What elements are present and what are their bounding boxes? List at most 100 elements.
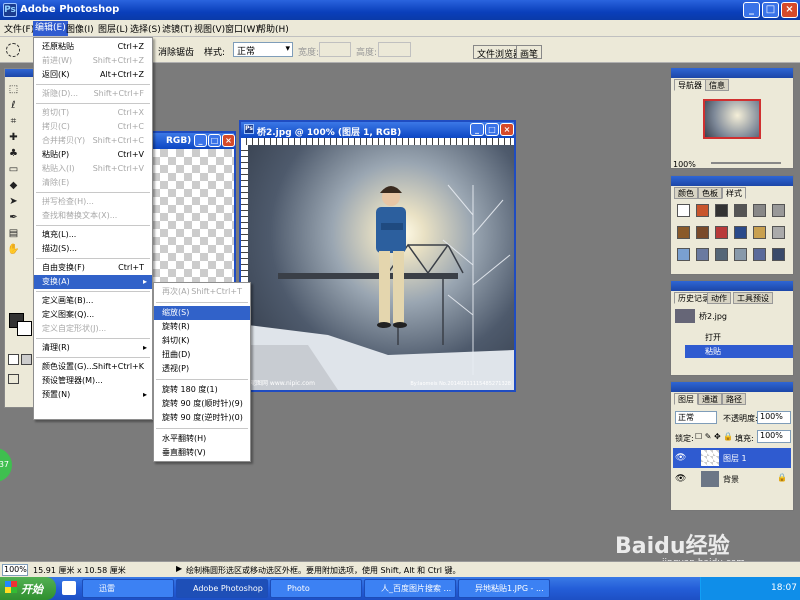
status-zoom[interactable]: 100% — [2, 564, 28, 576]
quicklaunch-ie-icon[interactable] — [62, 581, 76, 595]
transform-menu-item[interactable]: 旋转 90 度(逆时针)(0) — [154, 411, 250, 425]
menu-select[interactable]: 选择(S) — [130, 22, 161, 35]
edit-menu-item[interactable]: 定义图案(Q)... — [34, 308, 152, 322]
taskbar-item-baidu[interactable]: 人_百度图片搜索 ... — [364, 579, 456, 598]
taskbar-item-xunlei[interactable]: 迅雷 — [82, 579, 174, 598]
edit-menu-item[interactable]: 粘贴(P) Ctrl+V — [34, 148, 152, 162]
doc-back-minimize[interactable]: _ — [194, 134, 207, 147]
tab-channels[interactable]: 通道 — [698, 393, 722, 405]
opacity-field[interactable]: 100% — [757, 411, 791, 424]
style-swatch[interactable] — [677, 204, 690, 217]
zoom-slider[interactable] — [711, 162, 781, 164]
edit-menu-item[interactable]: 返回(K) Alt+Ctrl+Z — [34, 68, 152, 82]
edit-menu-item[interactable]: 剪切(T) Ctrl+X — [34, 106, 152, 120]
elliptical-marquee-icon[interactable] — [6, 43, 20, 57]
edit-menu-item[interactable]: 合并拷贝(Y) Shift+Ctrl+C — [34, 134, 152, 148]
tab-tool-presets[interactable]: 工具预设 — [733, 292, 773, 304]
start-button[interactable]: 开始 — [0, 577, 56, 600]
tab-color[interactable]: 颜色 — [674, 187, 698, 199]
transform-menu-item[interactable]: 垂直翻转(V) — [154, 446, 250, 460]
doc-front-maximize[interactable]: □ — [485, 123, 499, 136]
transform-menu-item[interactable]: 旋转(R) — [154, 320, 250, 334]
blend-mode-select[interactable]: 正常 — [675, 411, 717, 424]
minimize-button[interactable]: _ — [743, 2, 760, 18]
pen-tool-icon[interactable]: ✒ — [7, 211, 20, 224]
style-swatch[interactable] — [772, 226, 785, 239]
fill-field[interactable]: 100% — [757, 430, 791, 443]
crop-tool-icon[interactable]: ⌗ — [7, 115, 20, 128]
style-swatch[interactable] — [734, 226, 747, 239]
edit-menu-item[interactable]: 颜色设置(G)... Shift+Ctrl+K — [34, 360, 152, 374]
doc-back-maximize[interactable]: □ — [208, 134, 221, 147]
taskbar-item-photoshop[interactable]: Adobe Photoshop — [176, 579, 268, 598]
tab-info[interactable]: 信息 — [705, 79, 729, 91]
menu-layer[interactable]: 图层(L) — [98, 22, 128, 35]
eraser-tool-icon[interactable]: ▭ — [7, 163, 20, 176]
transform-menu-item[interactable]: 水平翻转(H) — [154, 432, 250, 446]
style-swatch[interactable] — [753, 204, 766, 217]
edit-menu-item[interactable]: 预设管理器(M)... — [34, 374, 152, 388]
style-swatch[interactable] — [734, 204, 747, 217]
edit-menu-item[interactable]: 定义画笔(B)... — [34, 294, 152, 308]
style-swatch[interactable] — [772, 248, 785, 261]
tab-layers[interactable]: 图层 — [674, 393, 698, 405]
marquee-tool-icon[interactable]: ⬚ — [7, 83, 20, 96]
history-item[interactable]: 打开 — [685, 331, 793, 344]
style-swatch[interactable] — [696, 248, 709, 261]
tab-paths[interactable]: 路径 — [722, 393, 746, 405]
transform-menu-item[interactable]: 旋转 180 度(1) — [154, 383, 250, 397]
menu-filter[interactable]: 滤镜(T) — [162, 22, 193, 35]
photo-canvas[interactable]: 昵图网 www.nipic.com By:laomeis No.20140311… — [248, 145, 514, 390]
lasso-tool-icon[interactable]: ℓ — [7, 99, 20, 112]
style-swatch[interactable] — [715, 248, 728, 261]
style-swatch[interactable] — [753, 248, 766, 261]
edit-menu-item[interactable]: 填充(L)... — [34, 228, 152, 242]
menu-view[interactable]: 视图(V) — [194, 22, 225, 35]
background-color-swatch[interactable] — [17, 321, 32, 336]
layer-row-selected[interactable]: 👁 图层 1 — [673, 448, 791, 468]
doc-front-close[interactable]: × — [500, 123, 514, 136]
edit-menu-item[interactable]: 清理(R) ▸ — [34, 341, 152, 355]
transform-menu-item[interactable]: 再次(A) Shift+Ctrl+T — [154, 285, 250, 299]
screen-mode-icon[interactable] — [8, 374, 19, 384]
edit-menu-item[interactable]: 前进(W) Shift+Ctrl+Z — [34, 54, 152, 68]
style-swatch[interactable] — [772, 204, 785, 217]
taskbar-item-photo[interactable]: Photo — [270, 579, 362, 598]
document-window-front[interactable]: Ps 桥2.jpg @ 100% (图层 1, RGB) _ □ × 昵图网 w… — [239, 120, 516, 392]
edit-menu-item[interactable]: 描边(S)... — [34, 242, 152, 256]
history-item-selected[interactable]: 粘贴 — [685, 345, 793, 358]
eye-icon[interactable]: 👁 — [675, 453, 686, 463]
edit-menu-item[interactable]: 拷贝(C) Ctrl+C — [34, 120, 152, 134]
tab-actions[interactable]: 动作 — [707, 292, 731, 304]
menu-edit[interactable]: 编辑(E) — [33, 21, 68, 36]
taskbar-item-jpg[interactable]: 异地粘贴1.JPG - ... — [458, 579, 550, 598]
edit-menu-item[interactable]: 还原粘贴 Ctrl+Z — [34, 40, 152, 54]
menu-window[interactable]: 窗口(W) — [225, 22, 259, 35]
edit-menu-item[interactable]: 预置(N) ▸ — [34, 388, 152, 402]
style-swatch[interactable] — [677, 248, 690, 261]
style-swatch[interactable] — [734, 248, 747, 261]
style-swatch[interactable] — [715, 204, 728, 217]
style-swatch[interactable] — [715, 226, 728, 239]
transform-menu-item[interactable]: 扭曲(D) — [154, 348, 250, 362]
edit-menu-item[interactable]: 查找和替换文本(X)... — [34, 209, 152, 223]
style-swatch[interactable] — [696, 226, 709, 239]
blur-tool-icon[interactable]: ◆ — [7, 179, 20, 192]
doc-front-minimize[interactable]: _ — [470, 123, 484, 136]
edit-menu-item[interactable]: 定义自定形状(J)... — [34, 322, 152, 336]
standard-mode-icon[interactable] — [8, 354, 19, 365]
close-button[interactable]: × — [781, 2, 798, 18]
style-select[interactable]: 正常 ▾ — [233, 42, 293, 57]
quick-mask-icon[interactable] — [21, 354, 32, 365]
tab-swatches[interactable]: 色板 — [698, 187, 722, 199]
transform-menu-item[interactable]: 旋转 90 度(顺时针)(9) — [154, 397, 250, 411]
navigator-thumbnail[interactable] — [703, 99, 761, 139]
transform-menu-item[interactable]: 透视(P) — [154, 362, 250, 376]
edit-menu-item[interactable]: 渐隐(D)... Shift+Ctrl+F — [34, 87, 152, 101]
eye-icon[interactable]: 👁 — [675, 474, 686, 484]
path-select-icon[interactable]: ➤ — [7, 195, 20, 208]
notes-tool-icon[interactable]: ▤ — [7, 227, 20, 240]
transform-menu-item[interactable]: 缩放(S) — [154, 306, 250, 320]
edit-menu-item[interactable]: 自由变换(F) Ctrl+T — [34, 261, 152, 275]
tab-navigator[interactable]: 导航器 — [674, 79, 706, 91]
